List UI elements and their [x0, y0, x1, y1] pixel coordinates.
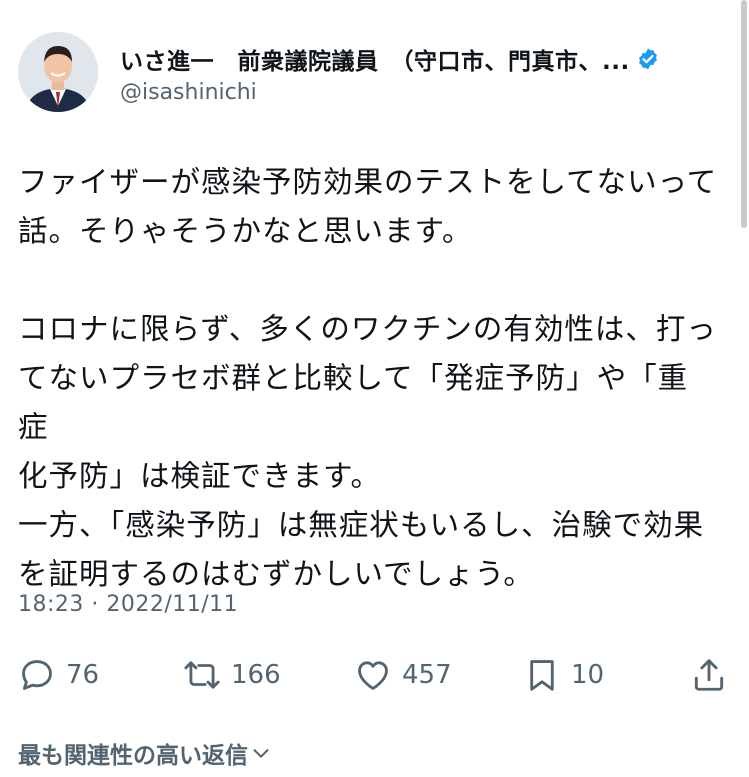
tweet-line: 話。そりゃそうかなと思います。 [18, 214, 473, 248]
scrollbar[interactable] [741, 0, 747, 228]
tweet-line: ファイザーが感染予防効果のテストをしてないって [18, 165, 718, 199]
reply-icon [22, 660, 52, 690]
tweet-header: いさ進一 前衆議院議員 （守口市、門真市、... @isashinichi [18, 30, 731, 120]
verified-icon [638, 48, 657, 70]
tweet-line: コロナに限らず、多くのワクチンの有効性は、打っ [18, 312, 717, 346]
author-display-name[interactable]: いさ進一 前衆議院議員 （守口市、門真市、... [120, 42, 630, 76]
bookmark-button[interactable]: 10 [523, 650, 604, 700]
tweet-line: 化予防」は検証できます。 [18, 459, 382, 493]
author-handle[interactable]: @isashinichi [120, 80, 257, 105]
reply-count: 76 [66, 660, 100, 690]
like-count: 457 [402, 660, 452, 690]
tweet-paragraph: コロナに限らず、多くのワクチンの有効性は、打っ てないプラセボ群と比較して「発症… [18, 305, 718, 599]
share-button[interactable] [690, 650, 728, 700]
avatar[interactable] [18, 32, 98, 112]
author-name-row[interactable]: いさ進一 前衆議院議員 （守口市、門真市、... [120, 42, 731, 76]
tweet-actions-bar: 76 166 457 10 [18, 650, 730, 700]
retweet-button[interactable]: 166 [183, 650, 281, 700]
reply-button[interactable]: 76 [18, 650, 99, 700]
replies-sort-dropdown[interactable]: 最も関連性の高い返信 [18, 736, 272, 770]
tweet-line: 一方、「感染予防」は無症状もいるし、治験で効果 [18, 508, 705, 542]
tweet-line: を証明するのはむずかしいでしょう。 [18, 557, 534, 591]
retweet-icon [184, 661, 220, 689]
tweet-timestamp[interactable]: 18:23 · 2022/11/11 [18, 592, 238, 617]
like-button[interactable]: 457 [354, 650, 452, 700]
tweet-text: ファイザーが感染予防効果のテストをしてないって 話。そりゃそうかなと思います。 … [18, 158, 718, 599]
tweet-line: てないプラセボ群と比較して「発症予防」や「重症 [18, 361, 689, 444]
like-icon [358, 661, 388, 690]
bookmark-icon [530, 660, 554, 691]
chevron-down-icon [253, 749, 269, 758]
bookmark-count: 10 [571, 660, 605, 690]
replies-sort-label: 最も関連性の高い返信 [18, 743, 248, 769]
tweet-paragraph: ファイザーが感染予防効果のテストをしてないって 話。そりゃそうかなと思います。 [18, 158, 718, 256]
retweet-count: 166 [231, 660, 281, 690]
share-icon [694, 659, 724, 691]
